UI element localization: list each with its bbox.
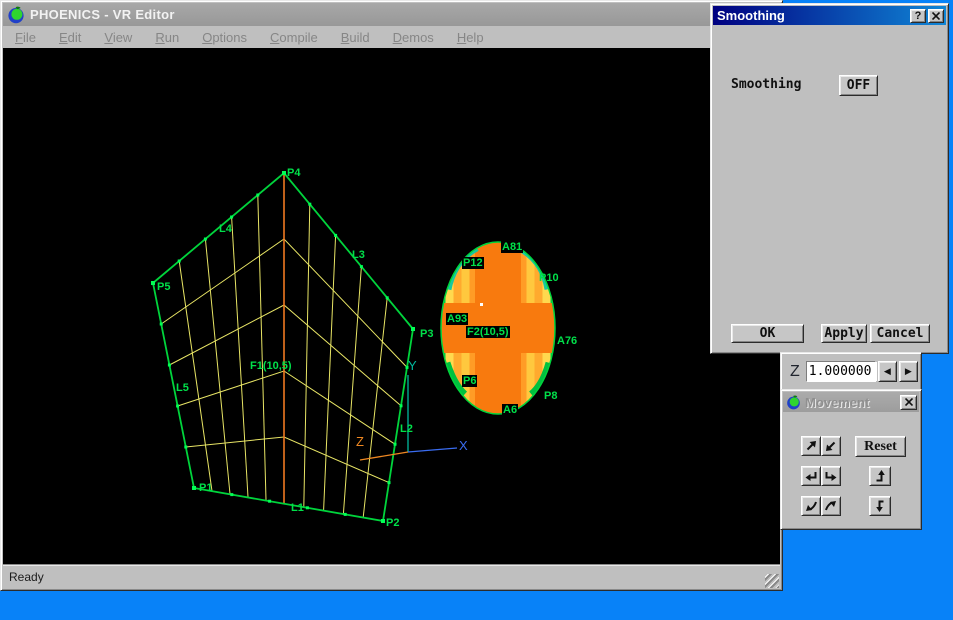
viewport-label-a76: A76 bbox=[557, 335, 577, 347]
dialog-title: Movement bbox=[805, 395, 898, 410]
viewport-label-a81: A81 bbox=[501, 241, 523, 253]
viewport-graphics bbox=[3, 48, 780, 564]
viewport-label-a6: A6 bbox=[502, 404, 518, 416]
menu-bar: File Edit View Run Options Compile Build Demos H… bbox=[3, 26, 780, 48]
zigzag-ne-icon bbox=[824, 499, 838, 513]
mesh-object-f1 bbox=[151, 171, 415, 523]
main-window: PHOENICS - VR Editor File Edit View Run Opti… bbox=[0, 0, 783, 591]
viewport-label-y: Y bbox=[408, 360, 417, 372]
close-icon bbox=[905, 398, 913, 406]
hook-up-icon bbox=[873, 469, 887, 483]
menu-view[interactable]: View bbox=[104, 30, 132, 45]
zigzag-sw-icon bbox=[804, 499, 818, 513]
question-mark-icon: ? bbox=[915, 10, 922, 22]
menu-file[interactable]: File bbox=[15, 30, 36, 45]
phoenics-logo-icon bbox=[7, 6, 25, 24]
apply-button[interactable]: Apply bbox=[821, 324, 867, 343]
smoothing-field-label: Smoothing bbox=[731, 77, 801, 92]
viewport-label-l5: L5 bbox=[176, 382, 189, 394]
menu-compile[interactable]: Compile bbox=[270, 30, 318, 45]
probe-marker bbox=[480, 303, 483, 306]
turn-right-button[interactable] bbox=[821, 466, 841, 486]
arrow-ne-icon bbox=[804, 439, 818, 453]
viewport-label-l3: L3 bbox=[352, 249, 365, 261]
viewport-label-f1105: F1(10,5) bbox=[250, 360, 292, 372]
viewport-label-p3: P3 bbox=[420, 328, 433, 340]
close-button[interactable] bbox=[928, 9, 944, 23]
phoenics-logo-icon bbox=[786, 395, 801, 410]
spin-right-button[interactable]: ▶ bbox=[899, 361, 918, 382]
viewport-label-p8: P8 bbox=[544, 390, 557, 402]
dialog-title: Smoothing bbox=[717, 8, 908, 23]
move-down-button[interactable] bbox=[869, 496, 891, 516]
viewport[interactable]: No title has been set for this run. P4L4… bbox=[3, 48, 780, 564]
move-in-button[interactable] bbox=[801, 436, 821, 456]
main-window-titlebar[interactable]: PHOENICS - VR Editor bbox=[3, 3, 780, 26]
viewport-label-p4: P4 bbox=[287, 167, 300, 179]
return-right-icon bbox=[824, 469, 838, 483]
close-button[interactable] bbox=[900, 395, 917, 410]
arrow-sw-icon bbox=[824, 439, 838, 453]
menu-demos[interactable]: Demos bbox=[393, 30, 434, 45]
viewport-label-p6: P6 bbox=[462, 375, 477, 387]
movement-dialog: Movement Reset bbox=[780, 389, 922, 530]
right-triangle-icon: ▶ bbox=[905, 366, 912, 377]
close-icon bbox=[932, 12, 940, 20]
viewport-label-p12: P12 bbox=[462, 257, 484, 269]
viewport-label-l4: L4 bbox=[219, 223, 232, 235]
help-button[interactable]: ? bbox=[910, 9, 926, 23]
turn-left-button[interactable] bbox=[801, 466, 821, 486]
menu-edit[interactable]: Edit bbox=[59, 30, 81, 45]
reset-button[interactable]: Reset bbox=[855, 436, 906, 457]
viewport-label-a93: A93 bbox=[446, 313, 468, 325]
status-text: Ready bbox=[9, 570, 44, 584]
left-triangle-icon: ◀ bbox=[884, 366, 891, 377]
viewport-label-p1: P1 bbox=[199, 482, 212, 494]
menu-help[interactable]: Help bbox=[457, 30, 484, 45]
viewport-label-p2: P2 bbox=[386, 517, 399, 529]
cancel-button[interactable]: Cancel bbox=[870, 324, 930, 343]
viewport-label-p5: P5 bbox=[157, 281, 170, 293]
viewport-label-p10: P10 bbox=[539, 272, 559, 284]
move-out-button[interactable] bbox=[821, 436, 841, 456]
z-value-input[interactable] bbox=[807, 362, 877, 381]
menu-options[interactable]: Options bbox=[202, 30, 247, 45]
viewport-label-l1: L1 bbox=[291, 502, 304, 514]
z-spinner-panel: Z ◀ ▶ bbox=[780, 352, 922, 391]
status-bar: Ready bbox=[3, 564, 780, 589]
movement-dialog-titlebar[interactable]: Movement bbox=[783, 392, 919, 412]
move-up-button[interactable] bbox=[869, 466, 891, 486]
desktop: PHOENICS - VR Editor File Edit View Run Opti… bbox=[0, 0, 953, 620]
tilt-up-button[interactable] bbox=[821, 496, 841, 516]
spin-left-button[interactable]: ◀ bbox=[878, 361, 897, 382]
hook-down-icon bbox=[873, 499, 887, 513]
ok-button[interactable]: OK bbox=[731, 324, 804, 343]
window-title: PHOENICS - VR Editor bbox=[30, 7, 175, 22]
smoothing-dialog-titlebar[interactable]: Smoothing ? bbox=[713, 6, 946, 25]
tilt-down-button[interactable] bbox=[801, 496, 821, 516]
smoothing-dialog: Smoothing ? Smoothing OFF OK Apply Cance… bbox=[710, 3, 949, 354]
viewport-label-x: X bbox=[459, 440, 468, 452]
z-axis-label: Z bbox=[790, 363, 800, 381]
viewport-label-z: Z bbox=[356, 436, 364, 448]
menu-build[interactable]: Build bbox=[341, 30, 370, 45]
resize-grip[interactable] bbox=[765, 574, 779, 588]
viewport-label-l2: L2 bbox=[400, 423, 413, 435]
return-left-icon bbox=[804, 469, 818, 483]
viewport-label-f2105: F2(10,5) bbox=[466, 326, 510, 338]
smoothing-toggle-button[interactable]: OFF bbox=[839, 75, 878, 96]
menu-run[interactable]: Run bbox=[155, 30, 179, 45]
